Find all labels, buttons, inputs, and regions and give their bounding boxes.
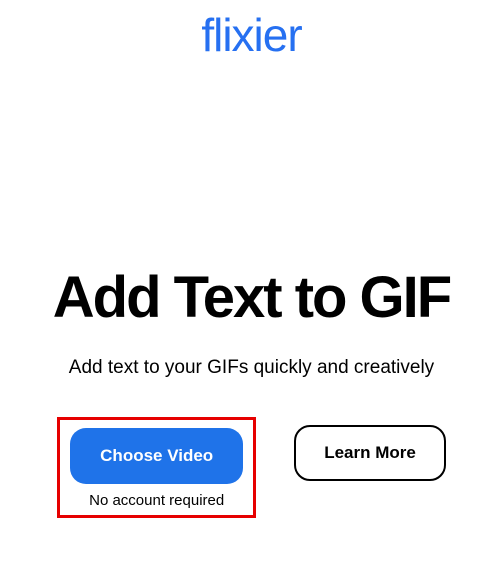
hero-section: Add Text to GIF Add text to your GIFs qu… xyxy=(0,268,503,518)
learn-more-button[interactable]: Learn More xyxy=(294,425,446,481)
page-subtitle: Add text to your GIFs quickly and creati… xyxy=(0,357,503,379)
primary-cta-helper: No account required xyxy=(89,492,224,509)
cta-row: Choose Video No account required Learn M… xyxy=(0,417,503,518)
choose-video-button[interactable]: Choose Video xyxy=(70,428,243,484)
primary-cta-highlight: Choose Video No account required xyxy=(57,417,256,518)
page-title: Add Text to GIF xyxy=(0,268,503,329)
page-root: flixier Add Text to GIF Add text to your… xyxy=(0,0,503,578)
brand-logo[interactable]: flixier xyxy=(201,12,301,58)
